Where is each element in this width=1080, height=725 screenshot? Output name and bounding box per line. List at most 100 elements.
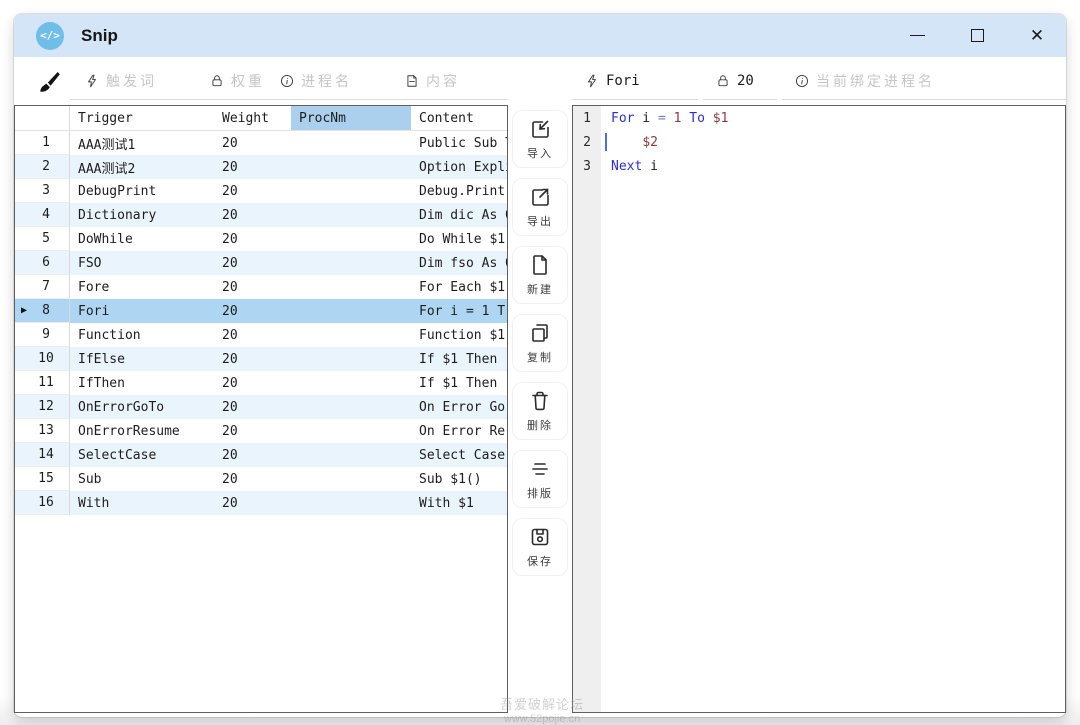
code-token <box>666 111 674 126</box>
row-number-cell: 15 <box>15 467 70 491</box>
snippet-process-field[interactable]: 当前绑定进程名 <box>782 63 1066 100</box>
filter-bar: 触发词 权重 进程名 <box>70 63 508 100</box>
new-button[interactable]: 新建 <box>512 246 568 304</box>
content-cell: For Each $1 <box>411 275 507 299</box>
trigger-cell: IfElse <box>70 347 214 371</box>
table-row[interactable]: ▶ 8 Fori 20 For i = 1 T <box>15 299 507 323</box>
info-icon <box>280 74 294 88</box>
procnm-cell <box>291 395 411 419</box>
maximize-button[interactable] <box>962 21 992 51</box>
new-label: 新建 <box>527 281 553 297</box>
table-row[interactable]: 7 Fore 20 For Each $1 <box>15 275 507 299</box>
code-token: = <box>658 111 666 126</box>
line-number-gutter <box>573 106 601 712</box>
row-number-cell: 11 <box>15 371 70 395</box>
row-number: 16 <box>33 495 69 510</box>
trigger-cell: SelectCase <box>70 443 214 467</box>
row-number-cell: 2 <box>15 155 70 179</box>
import-button[interactable]: 导入 <box>512 110 568 168</box>
weight-filter-input[interactable]: 权重 <box>210 63 280 99</box>
snippet-trigger-value: Fori <box>606 73 640 89</box>
code-text: $2 <box>601 130 1065 154</box>
table-body: 1 AAA测试1 20 Public Sub T 2 AAA测试2 20 Opt… <box>15 131 507 515</box>
trigger-cell: AAA测试1 <box>70 131 214 155</box>
trigger-cell: With <box>70 491 214 515</box>
procnm-cell <box>291 323 411 347</box>
column-header-procnm[interactable]: ProcNm <box>291 106 411 130</box>
table-row[interactable]: 4 Dictionary 20 Dim dic As O <box>15 203 507 227</box>
content-cell: Function $1 <box>411 323 507 347</box>
row-number: 13 <box>33 423 69 438</box>
table-row[interactable]: 1 AAA测试1 20 Public Sub T <box>15 131 507 155</box>
table-row[interactable]: 2 AAA测试2 20 Option Expli <box>15 155 507 179</box>
snippet-trigger-field[interactable]: Fori <box>572 63 698 100</box>
action-toolbar: 导入 导出 新建 <box>508 105 572 713</box>
row-number: 2 <box>33 159 69 174</box>
row-number-cell: 13 <box>15 419 70 443</box>
save-button[interactable]: 保存 <box>512 518 568 576</box>
column-header-trigger[interactable]: Trigger <box>70 106 214 130</box>
table-row[interactable]: 15 Sub 20 Sub $1() <box>15 467 507 491</box>
weight-cell: 20 <box>214 443 291 467</box>
format-lines-icon <box>528 457 552 481</box>
snippet-weight-value: 20 <box>737 73 754 89</box>
weight-cell: 20 <box>214 491 291 515</box>
row-number-cell: ▶ 8 <box>15 299 70 323</box>
procnm-cell <box>291 275 411 299</box>
table-row[interactable]: 16 With 20 With $1 <box>15 491 507 515</box>
row-number: 4 <box>33 207 69 222</box>
content-cell: Sub $1() <box>411 467 507 491</box>
titlebar[interactable]: </> Snip ✕ <box>14 14 1066 57</box>
export-label: 导出 <box>527 213 553 229</box>
code-line[interactable]: 1 For i = 1 To $1 <box>573 106 1065 130</box>
weight-cell: 20 <box>214 419 291 443</box>
line-number: 2 <box>573 130 601 154</box>
row-number-cell: 1 <box>15 131 70 155</box>
table-row[interactable]: 14 SelectCase 20 Select Case <box>15 443 507 467</box>
content-cell: With $1 <box>411 491 507 515</box>
table-row[interactable]: 5 DoWhile 20 Do While $1 <box>15 227 507 251</box>
clear-filters-button[interactable] <box>30 64 68 100</box>
weight-cell: 20 <box>214 299 291 323</box>
table-row[interactable]: 13 OnErrorResume 20 On Error Re <box>15 419 507 443</box>
table-row[interactable]: 11 IfThen 20 If $1 Then <box>15 371 507 395</box>
table-row[interactable]: 12 OnErrorGoTo 20 On Error Go <box>15 395 507 419</box>
column-header-content[interactable]: Content <box>411 106 507 130</box>
row-number-cell: 7 <box>15 275 70 299</box>
row-number-cell: 3 <box>15 179 70 203</box>
table-row[interactable]: 6 FSO 20 Dim fso As O <box>15 251 507 275</box>
code-editor[interactable]: 1 For i = 1 To $1 2 $2 3 Next i <box>572 105 1066 713</box>
content-filter-input[interactable]: 内容 <box>405 63 508 99</box>
procnm-cell <box>291 203 411 227</box>
snippet-weight-field[interactable]: 20 <box>703 63 777 100</box>
row-number: 11 <box>33 375 69 390</box>
close-button[interactable]: ✕ <box>1022 21 1052 51</box>
code-token: $2 <box>642 135 658 150</box>
minimize-button[interactable] <box>902 21 932 51</box>
trigger-cell: FSO <box>70 251 214 275</box>
lightning-icon <box>585 74 599 88</box>
code-text: For i = 1 To $1 <box>601 106 1065 130</box>
content-cell: Dim dic As O <box>411 203 507 227</box>
trigger-cell: Function <box>70 323 214 347</box>
trigger-filter-input[interactable]: 触发词 <box>70 63 210 99</box>
procnm-cell <box>291 251 411 275</box>
delete-button[interactable]: 删除 <box>512 382 568 440</box>
maximize-icon <box>971 29 984 42</box>
row-number: 7 <box>33 279 69 294</box>
app-logo-glyph: </> <box>40 29 60 42</box>
table-row[interactable]: 10 IfElse 20 If $1 Then <box>15 347 507 371</box>
table-row[interactable]: 9 Function 20 Function $1 <box>15 323 507 347</box>
process-filter-input[interactable]: 进程名 <box>280 63 405 99</box>
format-button[interactable]: 排版 <box>512 450 568 508</box>
trigger-cell: IfThen <box>70 371 214 395</box>
row-number-cell: 6 <box>15 251 70 275</box>
table-row[interactable]: 3 DebugPrint 20 Debug.Print <box>15 179 507 203</box>
procnm-cell <box>291 443 411 467</box>
copy-button[interactable]: 复制 <box>512 314 568 372</box>
code-line[interactable]: 3 Next i <box>573 154 1065 178</box>
table-header: Trigger Weight ProcNm Content <box>15 106 507 131</box>
export-button[interactable]: 导出 <box>512 178 568 236</box>
code-line[interactable]: 2 $2 <box>573 130 1065 154</box>
column-header-weight[interactable]: Weight <box>214 106 291 130</box>
